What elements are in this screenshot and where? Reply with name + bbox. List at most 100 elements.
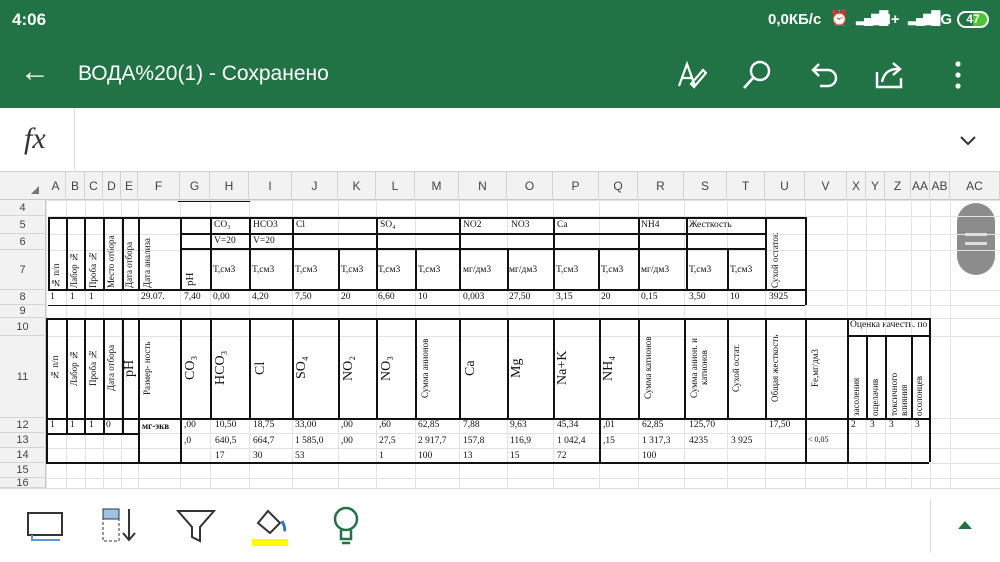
select-all-icon[interactable] [30, 185, 40, 195]
t2-cell[interactable]: 1 585,0 [295, 436, 324, 447]
column-header-N[interactable]: N [459, 172, 507, 200]
t2-cell[interactable]: 17,50 [769, 420, 790, 431]
t2-cell[interactable]: 4235 [689, 436, 708, 447]
t2-cell[interactable]: 100 [642, 451, 656, 461]
more-options-icon[interactable] [948, 58, 968, 92]
t2-cell[interactable]: 116,9 [510, 436, 531, 447]
t2-cell[interactable]: 1 [379, 451, 384, 461]
column-header-K[interactable]: K [338, 172, 376, 200]
row-header-10[interactable]: 10 [0, 318, 46, 336]
column-header-B[interactable]: B [66, 172, 85, 200]
t2-cell[interactable]: 62,85 [418, 420, 439, 431]
t2-cell[interactable]: ,00 [184, 420, 196, 431]
t1-cell[interactable]: 1 [50, 292, 55, 303]
row-header-7[interactable]: 7 [0, 250, 46, 290]
column-header-E[interactable]: E [121, 172, 138, 200]
t2-cell[interactable]: 45,34 [557, 420, 578, 431]
column-header-U[interactable]: U [765, 172, 805, 200]
t1-cell[interactable]: 4,20 [252, 292, 269, 303]
t2-cell[interactable]: 1 [70, 420, 75, 431]
t2-cell[interactable]: 13 [463, 451, 473, 461]
row-header-16[interactable]: 16 [0, 478, 46, 489]
t2-cell[interactable]: 17 [215, 451, 225, 461]
t2-cell[interactable]: 27,5 [379, 436, 396, 447]
t1-cell[interactable]: 20 [601, 292, 611, 303]
t2-cell[interactable]: 30 [253, 451, 263, 461]
t1-cell[interactable]: 29.07. [141, 292, 165, 303]
t2-cell[interactable]: 2 917,7 [418, 436, 447, 447]
t2-cell[interactable]: 0 [106, 420, 111, 431]
t1-cell[interactable]: 3,50 [689, 292, 706, 303]
column-header-O[interactable]: O [507, 172, 553, 200]
sort-icon[interactable] [97, 503, 145, 547]
t2-cell[interactable]: 100 [418, 451, 432, 461]
t2-cell[interactable]: 2 [851, 420, 856, 431]
t2-cell[interactable]: 125,70 [689, 420, 715, 431]
t1-cell[interactable]: 1 [89, 292, 94, 303]
t2-cell[interactable]: 18,75 [253, 420, 274, 431]
t2-cell[interactable]: 1 [50, 420, 55, 431]
t2-cell[interactable]: 72 [557, 451, 567, 461]
t1-cell[interactable]: 6,60 [378, 292, 395, 303]
t2-cell[interactable]: 664,7 [253, 436, 274, 447]
column-header-D[interactable]: D [103, 172, 121, 200]
t2-cell[interactable]: ,60 [379, 420, 391, 431]
t2-cell[interactable]: 640,5 [215, 436, 236, 447]
t2-cell[interactable]: 3 [889, 420, 894, 431]
column-header-X[interactable]: X [847, 172, 866, 200]
column-header-P[interactable]: P [553, 172, 599, 200]
share-icon[interactable] [872, 58, 906, 92]
t1-cell[interactable]: 0,00 [213, 292, 230, 303]
t2-cell[interactable]: 33,00 [295, 420, 316, 431]
t2-cell[interactable]: 3 [915, 420, 920, 431]
column-header-F[interactable]: F [138, 172, 180, 200]
row-header-12[interactable]: 12 [0, 418, 46, 433]
column-header-AB[interactable]: AB [930, 172, 950, 200]
ideas-lightbulb-icon[interactable] [322, 503, 370, 547]
row-header-13[interactable]: 13 [0, 433, 46, 448]
draw-pen-icon[interactable] [673, 58, 707, 92]
row-header-8[interactable]: 8 [0, 290, 46, 305]
t2-cell[interactable]: 3 [870, 420, 875, 431]
undo-icon[interactable] [806, 58, 840, 92]
t1-cell[interactable]: 10 [730, 292, 740, 303]
fill-color-icon[interactable] [248, 503, 296, 547]
column-header-H[interactable]: H [210, 172, 249, 200]
scroll-handle[interactable] [957, 203, 995, 275]
t1-cell[interactable]: 0,15 [641, 292, 658, 303]
t1-cell[interactable]: 10 [418, 292, 428, 303]
t2-cell[interactable]: 15 [510, 451, 520, 461]
keyboard-toggle-icon[interactable] [22, 503, 70, 547]
expand-up-icon[interactable] [957, 519, 973, 531]
column-header-S[interactable]: S [684, 172, 727, 200]
row-header-5[interactable]: 5 [0, 216, 46, 234]
t2-cell[interactable]: ,00 [341, 420, 353, 431]
row-header-9[interactable]: 9 [0, 305, 46, 318]
column-header-T[interactable]: T [727, 172, 765, 200]
column-header-R[interactable]: R [638, 172, 684, 200]
column-header-A[interactable]: A [46, 172, 66, 200]
t1-cell[interactable]: 7,40 [184, 292, 201, 303]
row-header-11[interactable]: 11 [0, 336, 46, 418]
column-header-C[interactable]: C [85, 172, 103, 200]
column-header-I[interactable]: I [249, 172, 292, 200]
t1-cell[interactable]: 1 [70, 292, 75, 303]
column-header-G[interactable]: G [180, 172, 210, 200]
t1-cell[interactable]: 27,50 [509, 292, 530, 303]
t2-cell[interactable]: 157,8 [463, 436, 484, 447]
t2-cell[interactable]: 9,63 [510, 420, 527, 431]
column-header-Y[interactable]: Y [866, 172, 885, 200]
column-header-J[interactable]: J [292, 172, 338, 200]
row-header-14[interactable]: 14 [0, 448, 46, 463]
column-header-AC[interactable]: AC [950, 172, 1000, 200]
t2-cell[interactable]: ,00 [341, 436, 353, 447]
t2-cell[interactable]: 53 [295, 451, 305, 461]
t1-cell[interactable]: 0,003 [463, 292, 484, 303]
t2-cell[interactable]: 3 925 [731, 436, 752, 447]
row-header-4[interactable]: 4 [0, 200, 46, 216]
column-header-V[interactable]: V [805, 172, 847, 200]
filter-icon[interactable] [172, 503, 220, 547]
column-header-Z[interactable]: Z [885, 172, 911, 200]
t1-cell[interactable]: 3,15 [556, 292, 573, 303]
search-icon[interactable] [740, 58, 774, 92]
